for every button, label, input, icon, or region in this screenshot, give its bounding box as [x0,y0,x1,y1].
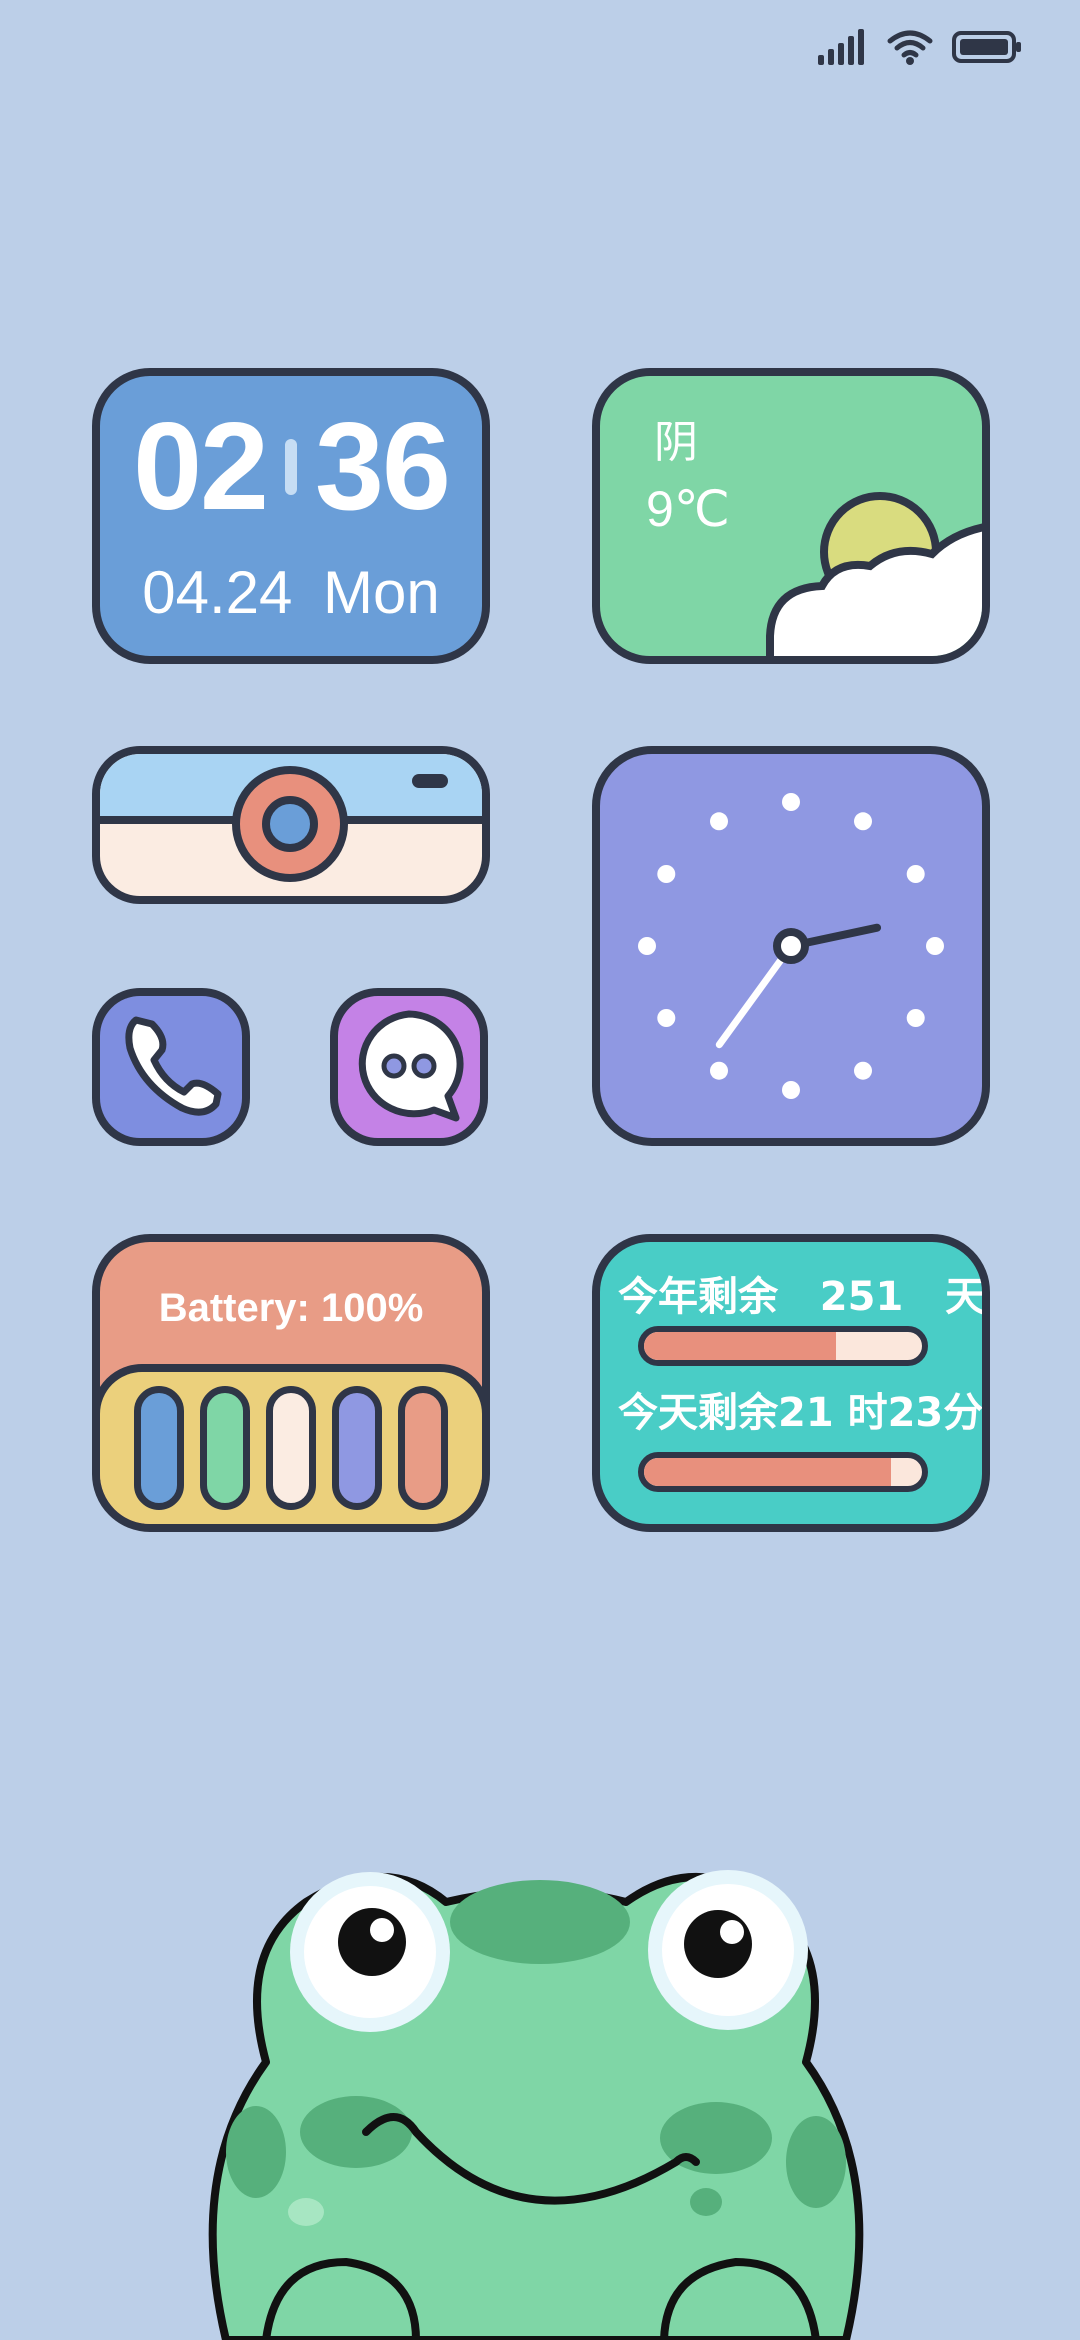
messages-app-button[interactable] [330,988,488,1146]
year-progress-bar [638,1326,928,1366]
clock-center-pin [773,928,809,964]
clock-date: 04.24 [142,559,293,626]
clock-hour-marker [926,937,944,955]
year-remaining-text: 今年剩余 251 天 [618,1264,986,1322]
weather-widget[interactable]: 阴 9℃ [592,368,990,664]
clock-hour-marker [657,865,676,883]
clock-minute: 36 [315,398,451,536]
clock-hour-marker [854,812,872,831]
camera-icon [100,754,482,882]
battery-cell [398,1386,448,1510]
camera-widget[interactable] [92,746,490,904]
clock-hour-marker [710,1061,728,1080]
clock-hour-marker [782,1081,800,1099]
year-unit: 天 [945,1274,986,1320]
weather-condition: 阴 [654,417,698,468]
today-remaining-text: 今天剩余21 时23分 [618,1390,984,1436]
battery-cell [200,1386,250,1510]
phone-icon [125,1016,222,1116]
time-separator [285,439,297,495]
year-progress-fill [644,1332,836,1360]
battery-cells [100,1364,482,1524]
phone-app-button[interactable] [92,988,250,1146]
battery-cell [134,1386,184,1510]
frog-illustration [208,1870,864,2340]
clock-hour-marker [710,812,728,831]
today-progress-fill [644,1458,892,1486]
clock-face [638,793,944,1099]
date-display: 04.24 Mon [100,558,482,627]
weather-temperature: 9℃ [646,481,730,537]
battery-cell [266,1386,316,1510]
countdown-widget[interactable]: 今年剩余 251 天 今天剩余21 时23分 [592,1234,990,1532]
clock-hour-marker [657,1009,676,1027]
clock-weekday: Mon [323,559,440,626]
today-progress-bar [638,1452,928,1492]
clock-hour-marker [854,1061,872,1080]
status-bar [818,22,1024,72]
year-value: 251 [819,1274,904,1320]
minute-hand [715,942,795,1049]
digital-clock-widget[interactable]: 02 36 04.24 Mon [92,368,490,664]
clock-hour-marker [906,865,925,883]
year-label: 今年剩余 [618,1274,778,1320]
analog-clock-widget[interactable] [592,746,990,1146]
battery-widget[interactable]: Battery: 100% [92,1234,490,1532]
battery-label: Battery: 100% [158,1286,424,1330]
wifi-icon [887,30,933,65]
clock-hour-marker [638,937,656,955]
battery-icon [952,31,1021,63]
cellular-signal-icon [818,29,864,65]
clock-hour-marker [782,793,800,811]
chat-bubble-icon [358,1010,464,1122]
time-display: 02 36 [100,396,482,538]
clock-hour-marker [906,1009,925,1027]
clock-hour: 02 [133,398,269,536]
battery-cell [332,1386,382,1510]
sun-behind-cloud-icon [766,492,982,656]
